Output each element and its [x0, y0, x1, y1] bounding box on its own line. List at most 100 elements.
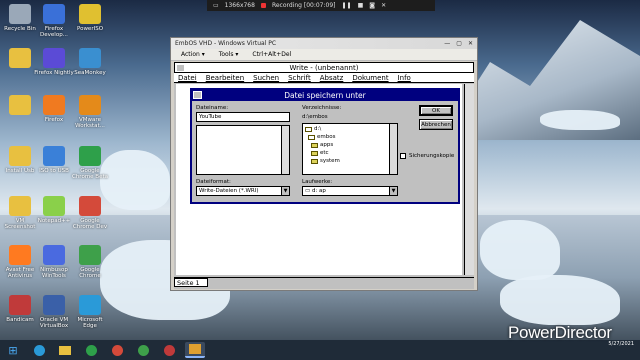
- taskbar-chrome-dev[interactable]: [107, 342, 127, 358]
- write-menubar: Datei Bearbeiten Suchen Schrift Absatz D…: [174, 73, 474, 83]
- page-indicator: Seite 1: [174, 278, 208, 287]
- desktop-icon-label: SeaMonkey: [74, 70, 106, 76]
- start-button[interactable]: ⊞: [3, 342, 23, 358]
- drive-icon: ▭: [305, 188, 312, 194]
- status-bar: Seite 1: [174, 277, 474, 287]
- directory-list[interactable]: d:\ embos apps etc system: [302, 123, 398, 175]
- desktop-icon[interactable]: PowerISO: [70, 4, 110, 32]
- taskbar: ⊞: [0, 340, 640, 360]
- desktop-icon[interactable]: Firefox Nightly: [34, 48, 74, 76]
- menu-ctrl-alt-del[interactable]: Ctrl+Alt+Del: [252, 51, 291, 58]
- app-icon: [43, 95, 65, 115]
- background-iceberg: [540, 110, 620, 130]
- stop-icon[interactable]: ■: [358, 2, 364, 9]
- monitor-icon: ▭: [213, 2, 219, 9]
- vpc-menubar: Action ▾ Tools ▾ Ctrl+Alt+Del: [171, 49, 477, 61]
- desktop-icon[interactable]: Google Chrome Dev: [70, 196, 110, 231]
- cancel-button[interactable]: Abbrechen: [419, 119, 453, 130]
- menu-schrift[interactable]: Schrift: [288, 74, 311, 82]
- desktop-icon-label: Nimbusop WinTools: [40, 267, 68, 280]
- chrome-icon: [111, 344, 123, 356]
- chevron-down-icon[interactable]: ▼: [389, 187, 397, 195]
- close-icon[interactable]: ✕: [381, 2, 386, 9]
- app-icon: [43, 196, 65, 216]
- app-icon: [9, 245, 31, 265]
- camera-icon[interactable]: ◙: [369, 2, 375, 9]
- dialog-system-menu-icon[interactable]: [193, 91, 202, 99]
- recording-status: Recording [00:07:09]: [271, 2, 336, 9]
- app-icon: [79, 48, 101, 68]
- menu-tools[interactable]: Tools ▾: [219, 51, 239, 58]
- backup-label: Sicherungskopie: [409, 153, 455, 159]
- taskbar-chrome[interactable]: [133, 342, 153, 358]
- desktop-icon[interactable]: Nimbusop WinTools: [34, 245, 74, 280]
- dir-item[interactable]: embos: [305, 133, 395, 141]
- desktop-icon[interactable]: Notepad++: [34, 196, 74, 224]
- drive-select[interactable]: ▭ d: ap ▼: [302, 186, 398, 196]
- directories-label: Verzeichnisse:: [302, 105, 342, 111]
- desktop-icon[interactable]: VMware Workstat...: [70, 95, 110, 130]
- edge-icon: [33, 344, 45, 356]
- taskbar-chrome-beta[interactable]: [81, 342, 101, 358]
- desktop-icon[interactable]: ISO to USB: [34, 146, 74, 174]
- dir-item[interactable]: apps: [305, 141, 395, 149]
- desktop-icon-label: Oracle VM VirtualBox: [39, 317, 69, 330]
- file-format-select[interactable]: Write-Dateien (*.WRI) ▼: [196, 186, 290, 196]
- dir-item[interactable]: etc: [305, 149, 395, 157]
- system-menu-icon[interactable]: [176, 64, 185, 72]
- desktop-icon[interactable]: Firefox Develop...: [34, 4, 74, 39]
- windows-icon: ⊞: [8, 343, 18, 357]
- maximize-button[interactable]: ▢: [456, 40, 462, 47]
- current-directory: d:\embos: [302, 114, 328, 120]
- app-icon: [79, 295, 101, 315]
- desktop-icon-label: Notepad++: [37, 218, 71, 224]
- save-as-dialog: Datei speichern unter Dateiname: YouTube…: [190, 88, 460, 204]
- menu-suchen[interactable]: Suchen: [253, 74, 279, 82]
- chrome-icon: [85, 344, 97, 356]
- taskbar-edge[interactable]: [29, 342, 49, 358]
- directory-list-scrollbar[interactable]: [389, 124, 397, 174]
- desktop-icon[interactable]: Oracle VM VirtualBox: [34, 295, 74, 330]
- write-titlebar: Write - (unbenannt): [174, 62, 474, 73]
- app-icon: [9, 48, 31, 68]
- clock-date: 5/27/2021: [608, 341, 634, 347]
- vertical-scrollbar[interactable]: [464, 84, 474, 275]
- app-icon: [79, 95, 101, 115]
- taskbar-explorer[interactable]: [55, 342, 75, 358]
- menu-absatz[interactable]: Absatz: [320, 74, 344, 82]
- recording-bar: ▭ 1366x768 Recording [00:07:09] ❚❚ ■ ◙ ✕: [207, 0, 435, 11]
- menu-bearbeiten[interactable]: Bearbeiten: [206, 74, 244, 82]
- menu-datei[interactable]: Datei: [178, 74, 197, 82]
- folder-icon: [59, 345, 71, 355]
- dialog-title: Datei speichern unter: [284, 91, 366, 100]
- menu-dokument[interactable]: Dokument: [352, 74, 388, 82]
- desktop-icon[interactable]: Microsoft Edge: [70, 295, 110, 330]
- file-list-scrollbar[interactable]: [281, 126, 289, 174]
- taskbar-virtual-pc[interactable]: [185, 342, 205, 358]
- menu-action[interactable]: Action ▾: [181, 51, 205, 58]
- desktop-icon[interactable]: SeaMonkey: [70, 48, 110, 76]
- file-list[interactable]: [196, 125, 290, 175]
- pause-icon[interactable]: ❚❚: [342, 2, 352, 9]
- menu-info[interactable]: Info: [398, 74, 411, 82]
- close-button[interactable]: ✕: [468, 40, 473, 47]
- dir-item[interactable]: system: [305, 157, 395, 165]
- desktop-icon[interactable]: Google Chrome Beta: [70, 146, 110, 181]
- app-icon: [9, 146, 31, 166]
- desktop-icon[interactable]: Google Chrome: [70, 245, 110, 280]
- ok-button[interactable]: OK: [419, 105, 453, 116]
- app-icon: [9, 95, 31, 115]
- desktop-icon-label: Firefox Nightly: [34, 70, 74, 76]
- taskbar-bandicam[interactable]: [159, 342, 179, 358]
- minimize-button[interactable]: —: [444, 40, 450, 47]
- background-iceberg: [480, 220, 560, 280]
- chevron-down-icon[interactable]: ▼: [281, 187, 289, 195]
- desktop-icon[interactable]: Firefox: [34, 95, 74, 123]
- drive-value: d: ap: [311, 188, 326, 194]
- filename-input[interactable]: YouTube: [196, 112, 290, 122]
- dir-item[interactable]: d:\: [305, 125, 395, 133]
- desktop-icon-label: Google Chrome: [79, 267, 101, 280]
- backup-checkbox[interactable]: [400, 153, 406, 159]
- vpc-title: EmbOS VHD - Windows Virtual PC: [175, 40, 277, 47]
- file-format-label: Dateiformat:: [196, 179, 231, 185]
